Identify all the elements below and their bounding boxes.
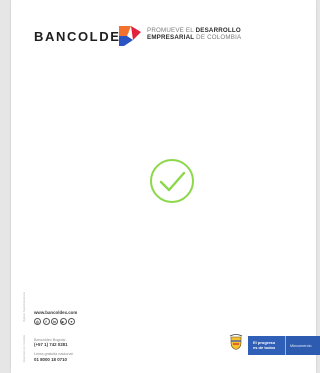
tagline-bold-1: DESARROLLO — [195, 27, 241, 34]
ministry-badge: Mincomercio — [285, 336, 320, 355]
contact-national-phone: 01 8000 18 0710 — [34, 357, 67, 362]
document-page: BANCOLDEX PROMUEVE EL DESARROLLO EMPRESA… — [11, 0, 320, 373]
tagline-bold-2: EMPRESARIAL — [147, 34, 195, 42]
colombia-shield-icon — [229, 334, 243, 350]
website-link[interactable]: www.bancoldex.com — [34, 310, 77, 315]
twitter-icon[interactable]: ♥ — [68, 318, 75, 325]
instagram-icon[interactable]: ◎ — [34, 318, 41, 325]
brand-name: BANCOLDEX — [34, 29, 131, 44]
facebook-icon[interactable]: f — [42, 318, 50, 325]
bancoldex-logo-icon — [119, 26, 141, 46]
legal-line-2: Financiera de Colombia — [22, 334, 26, 362]
gov-slogan-line-2: es de todos — [253, 344, 276, 350]
tagline-suffix: DE COLOMBIA — [196, 34, 242, 42]
gov-slogan-badge: El progreso es de todos — [248, 336, 285, 355]
contact-national-label: Línea gratuita nacional: — [34, 352, 74, 356]
checkmark-circle-icon — [150, 159, 194, 203]
legal-line-1: Vigilado Superintendencia — [22, 292, 26, 323]
youtube-icon[interactable]: ▶ — [59, 318, 67, 325]
tagline-prefix: PROMUEVE EL — [147, 27, 194, 34]
social-links: ◎ f in ▶ ♥ — [34, 318, 75, 325]
linkedin-icon[interactable]: in — [51, 318, 58, 325]
tagline: PROMUEVE EL DESARROLLO EMPRESARIAL DE CO… — [147, 27, 241, 42]
contact-bogota-phone: (+57 1) 742 0281 — [34, 342, 68, 347]
vertical-legal-text: Vigilado Superintendencia Financiera de … — [21, 292, 27, 362]
